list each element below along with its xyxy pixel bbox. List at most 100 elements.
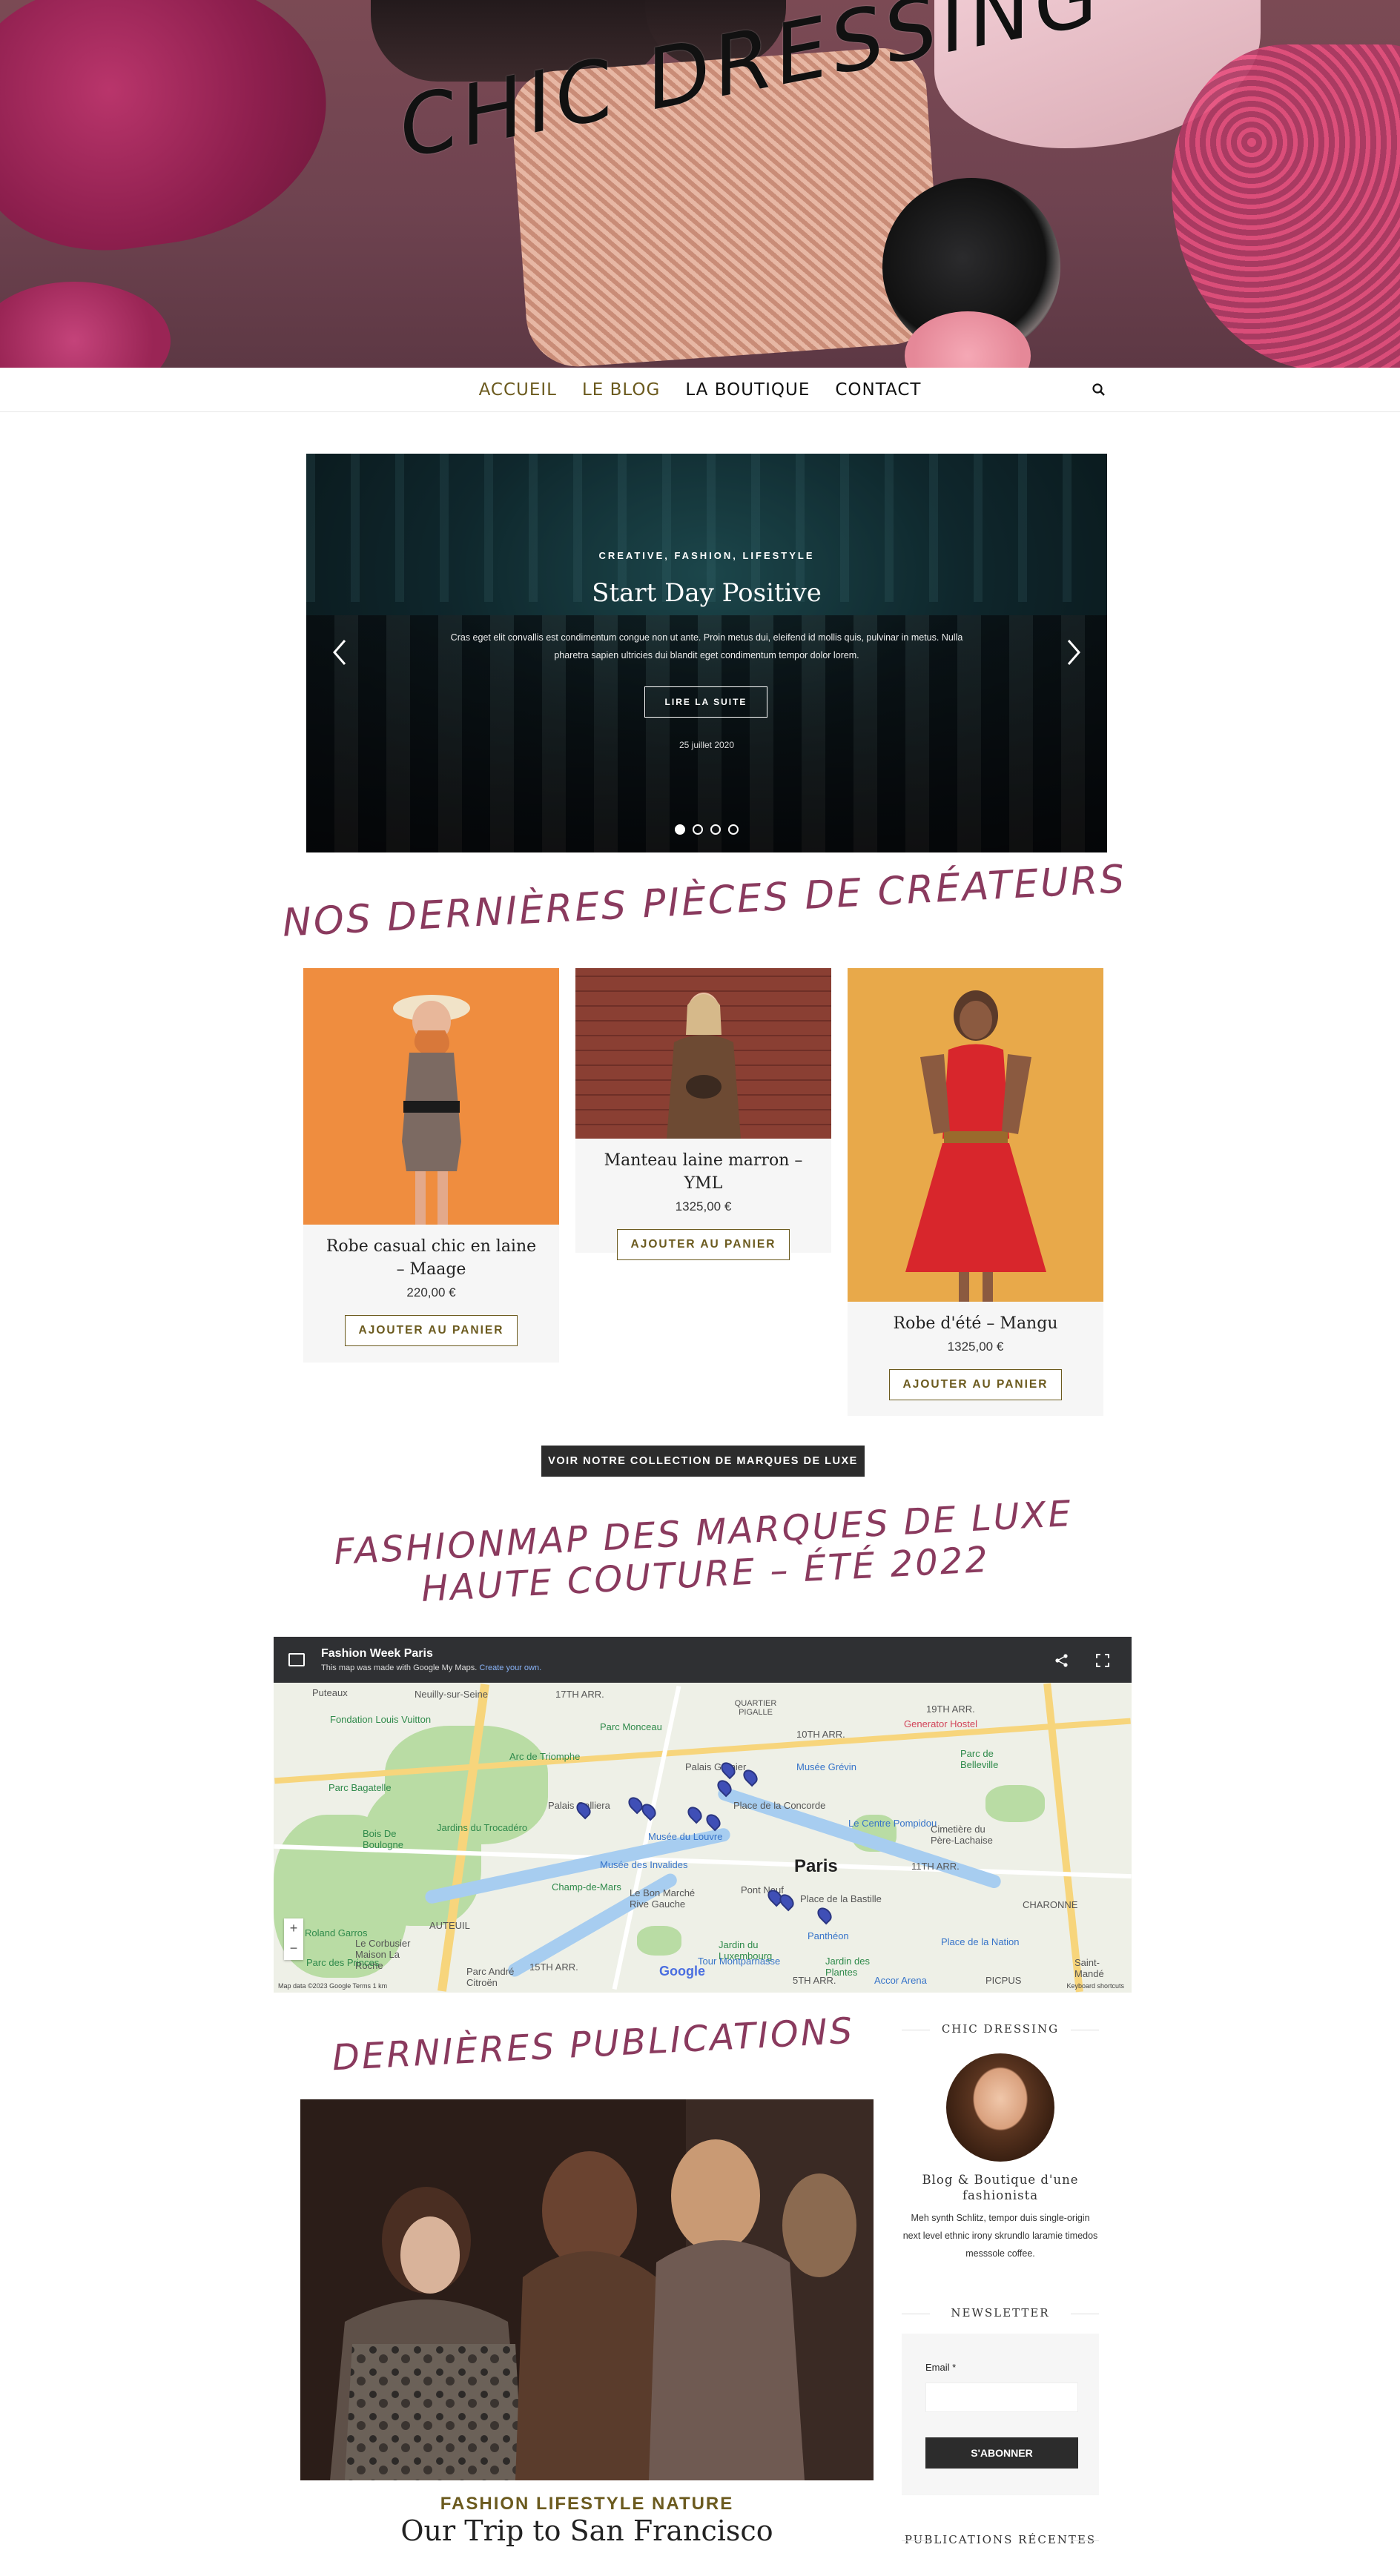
product-name[interactable]: Robe d'été – Mangu	[848, 1312, 1103, 1335]
nav-item-le-blog[interactable]: LE BLOG	[582, 380, 660, 400]
product-name[interactable]: Manteau laine marron – YML	[575, 1149, 831, 1195]
map-label: Le Centre Pompidou	[848, 1818, 937, 1829]
map-footer: Map data ©2023 Google Terms 1 km Keyboar…	[274, 1981, 1132, 1993]
chevron-right-icon[interactable]	[1063, 638, 1085, 667]
product-card: Robe casual chic en laine – Maage 220,00…	[303, 968, 559, 1363]
slide-categories[interactable]: CREATIVE, FASHION, LIFESTYLE	[306, 550, 1107, 561]
post-title[interactable]: Our Trip to San Francisco	[300, 2514, 874, 2547]
share-icon[interactable]	[1054, 1653, 1069, 1668]
map-zoom-controls: + −	[284, 1918, 303, 1960]
map-attribution: Map data ©2023 Google	[278, 1982, 351, 1990]
map-label: Arc de Triomphe	[509, 1751, 581, 1762]
map-label: Bois De Boulogne	[363, 1828, 403, 1850]
map-label: 10TH ARR.	[796, 1729, 845, 1740]
map-label: Saint-Mandé	[1074, 1957, 1104, 1979]
map-label: Musée Grévin	[796, 1761, 856, 1772]
nav-item-contact[interactable]: CONTACT	[835, 380, 921, 400]
map-label: Tour Montparnasse	[698, 1956, 781, 1967]
zoom-out-button[interactable]: −	[284, 1938, 303, 1959]
luxury-collection-button[interactable]: VOIR NOTRE COLLECTION DE MARQUES DE LUXE	[541, 1446, 865, 1477]
map-legend-icon[interactable]	[288, 1653, 305, 1666]
slide-title[interactable]: Start Day Positive	[306, 578, 1107, 608]
product-card: Robe d'été – Mangu 1325,00 € AJOUTER AU …	[848, 968, 1103, 1416]
chevron-left-icon[interactable]	[328, 638, 351, 667]
map-label: 11TH ARR.	[911, 1861, 960, 1872]
product-image[interactable]	[575, 968, 831, 1139]
map-marker-icon[interactable]	[814, 1904, 835, 1925]
product-name[interactable]: Robe casual chic en laine – Maage	[303, 1235, 559, 1281]
featured-slider: CREATIVE, FASHION, LIFESTYLE Start Day P…	[306, 454, 1107, 852]
map-label: Parc de Belleville	[960, 1748, 999, 1770]
map-label: AUTEUIL	[429, 1920, 470, 1931]
velvet-fabric-decoration	[0, 282, 171, 368]
map-label: Parc Monceau	[600, 1721, 662, 1732]
subscribe-button[interactable]: S'ABONNER	[925, 2437, 1078, 2469]
email-field[interactable]	[925, 2383, 1078, 2412]
map-label: Palais Garnier	[685, 1761, 747, 1772]
sidebar-newsletter-heading: NEWSLETTER	[902, 2306, 1099, 2320]
post-photo	[300, 2099, 874, 2480]
sidebar-tagline: Blog & Boutique d'une fashionista	[922, 2173, 1079, 2202]
nav-item-accueil[interactable]: ACCUEIL	[479, 380, 557, 400]
author-avatar	[946, 2053, 1054, 2162]
model-figure	[905, 990, 1046, 1302]
map-label: Place de la Bastille	[800, 1893, 882, 1904]
fullscreen-icon[interactable]	[1095, 1653, 1110, 1668]
map-marker-icon[interactable]	[684, 1804, 705, 1824]
map-park	[637, 1926, 681, 1956]
map-label: Place de la Nation	[941, 1936, 1020, 1947]
post-categories[interactable]: FASHION LIFESTYLE NATURE	[300, 2494, 874, 2514]
slider-dot[interactable]	[693, 824, 703, 835]
main-navigation: ACCUEIL LE BLOG LA BOUTIQUE CONTACT	[0, 368, 1400, 412]
add-to-cart-button[interactable]: AJOUTER AU PANIER	[888, 1369, 1063, 1400]
slide-excerpt: Cras eget elit convallis est condimentum…	[450, 632, 963, 660]
sidebar-recent-posts-heading: PUBLICATIONS RÉCENTES	[902, 2533, 1099, 2546]
model-figure	[666, 993, 741, 1139]
map-label: Parc des Princes	[306, 1957, 380, 1968]
add-to-cart-button[interactable]: AJOUTER AU PANIER	[616, 1229, 790, 1260]
post-featured-image[interactable]	[300, 2099, 874, 2480]
map-label: Parc Bagatelle	[328, 1782, 392, 1793]
section-title-designers: NOS DERNIÈRES PIÈCES DE CRÉATEURS	[281, 857, 1128, 946]
email-label: Email *	[925, 2362, 957, 2373]
slider-dot[interactable]	[710, 824, 721, 835]
map-label: 17TH ARR.	[555, 1689, 604, 1700]
map-label: Generator Hostel	[904, 1718, 977, 1729]
map-label: Musée des Invalides	[600, 1859, 688, 1870]
product-image[interactable]	[848, 968, 1103, 1302]
keyboard-shortcuts-link[interactable]: Keyboard shortcuts	[1066, 1982, 1124, 1990]
map-terms-link[interactable]: Terms	[353, 1982, 372, 1990]
map-label: Le Bon Marché Rive Gauche	[630, 1887, 696, 1910]
read-more-button[interactable]: LIRE LA SUITE	[644, 686, 767, 718]
section-title-publications: DERNIÈRES PUBLICATIONS	[331, 2010, 856, 2079]
embedded-map[interactable]: Puteaux Neuilly-sur-Seine 17TH ARR. QUAR…	[274, 1637, 1132, 1993]
sidebar-about-heading: CHIC DRESSING	[902, 2022, 1099, 2036]
search-icon[interactable]	[1092, 383, 1106, 397]
map-label: 15TH ARR.	[529, 1961, 578, 1973]
newsletter-form: Email * S'ABONNER	[902, 2334, 1099, 2495]
map-label: Neuilly-sur-Seine	[415, 1689, 488, 1700]
map-scale: 1 km	[372, 1982, 388, 1990]
create-map-link[interactable]: Create your own.	[479, 1663, 541, 1672]
product-image[interactable]	[303, 968, 559, 1225]
map-road	[1043, 1683, 1083, 1993]
sidebar-about-text: Meh synth Schlitz, tempor duis single-or…	[902, 2213, 1098, 2259]
map-subtitle-text: This map was made with Google My Maps.	[321, 1663, 478, 1672]
product-card: Manteau laine marron – YML 1325,00 € AJO…	[575, 968, 831, 1260]
map-label: Paris	[794, 1856, 838, 1876]
map-label: CHARONNE	[1023, 1899, 1078, 1910]
map-label: Fondation Louis Vuitton	[330, 1714, 432, 1725]
zoom-in-button[interactable]: +	[284, 1918, 303, 1938]
map-header-bar: Fashion Week Paris This map was made wit…	[274, 1637, 1132, 1683]
product-price: 220,00 €	[406, 1285, 456, 1299]
hero-banner: CHIC DRESSING	[0, 0, 1400, 368]
product-price: 1325,00 €	[675, 1199, 732, 1213]
map-title[interactable]: Fashion Week Paris	[321, 1647, 433, 1661]
map-label: Cimetière du Père-Lachaise	[931, 1824, 993, 1846]
nav-item-la-boutique[interactable]: LA BOUTIQUE	[685, 380, 810, 400]
map-label: Musée du Louvre	[648, 1831, 723, 1842]
slider-dot[interactable]	[728, 824, 739, 835]
add-to-cart-button[interactable]: AJOUTER AU PANIER	[344, 1315, 518, 1346]
slider-dot[interactable]	[675, 824, 685, 835]
map-label: Puteaux	[312, 1687, 348, 1698]
